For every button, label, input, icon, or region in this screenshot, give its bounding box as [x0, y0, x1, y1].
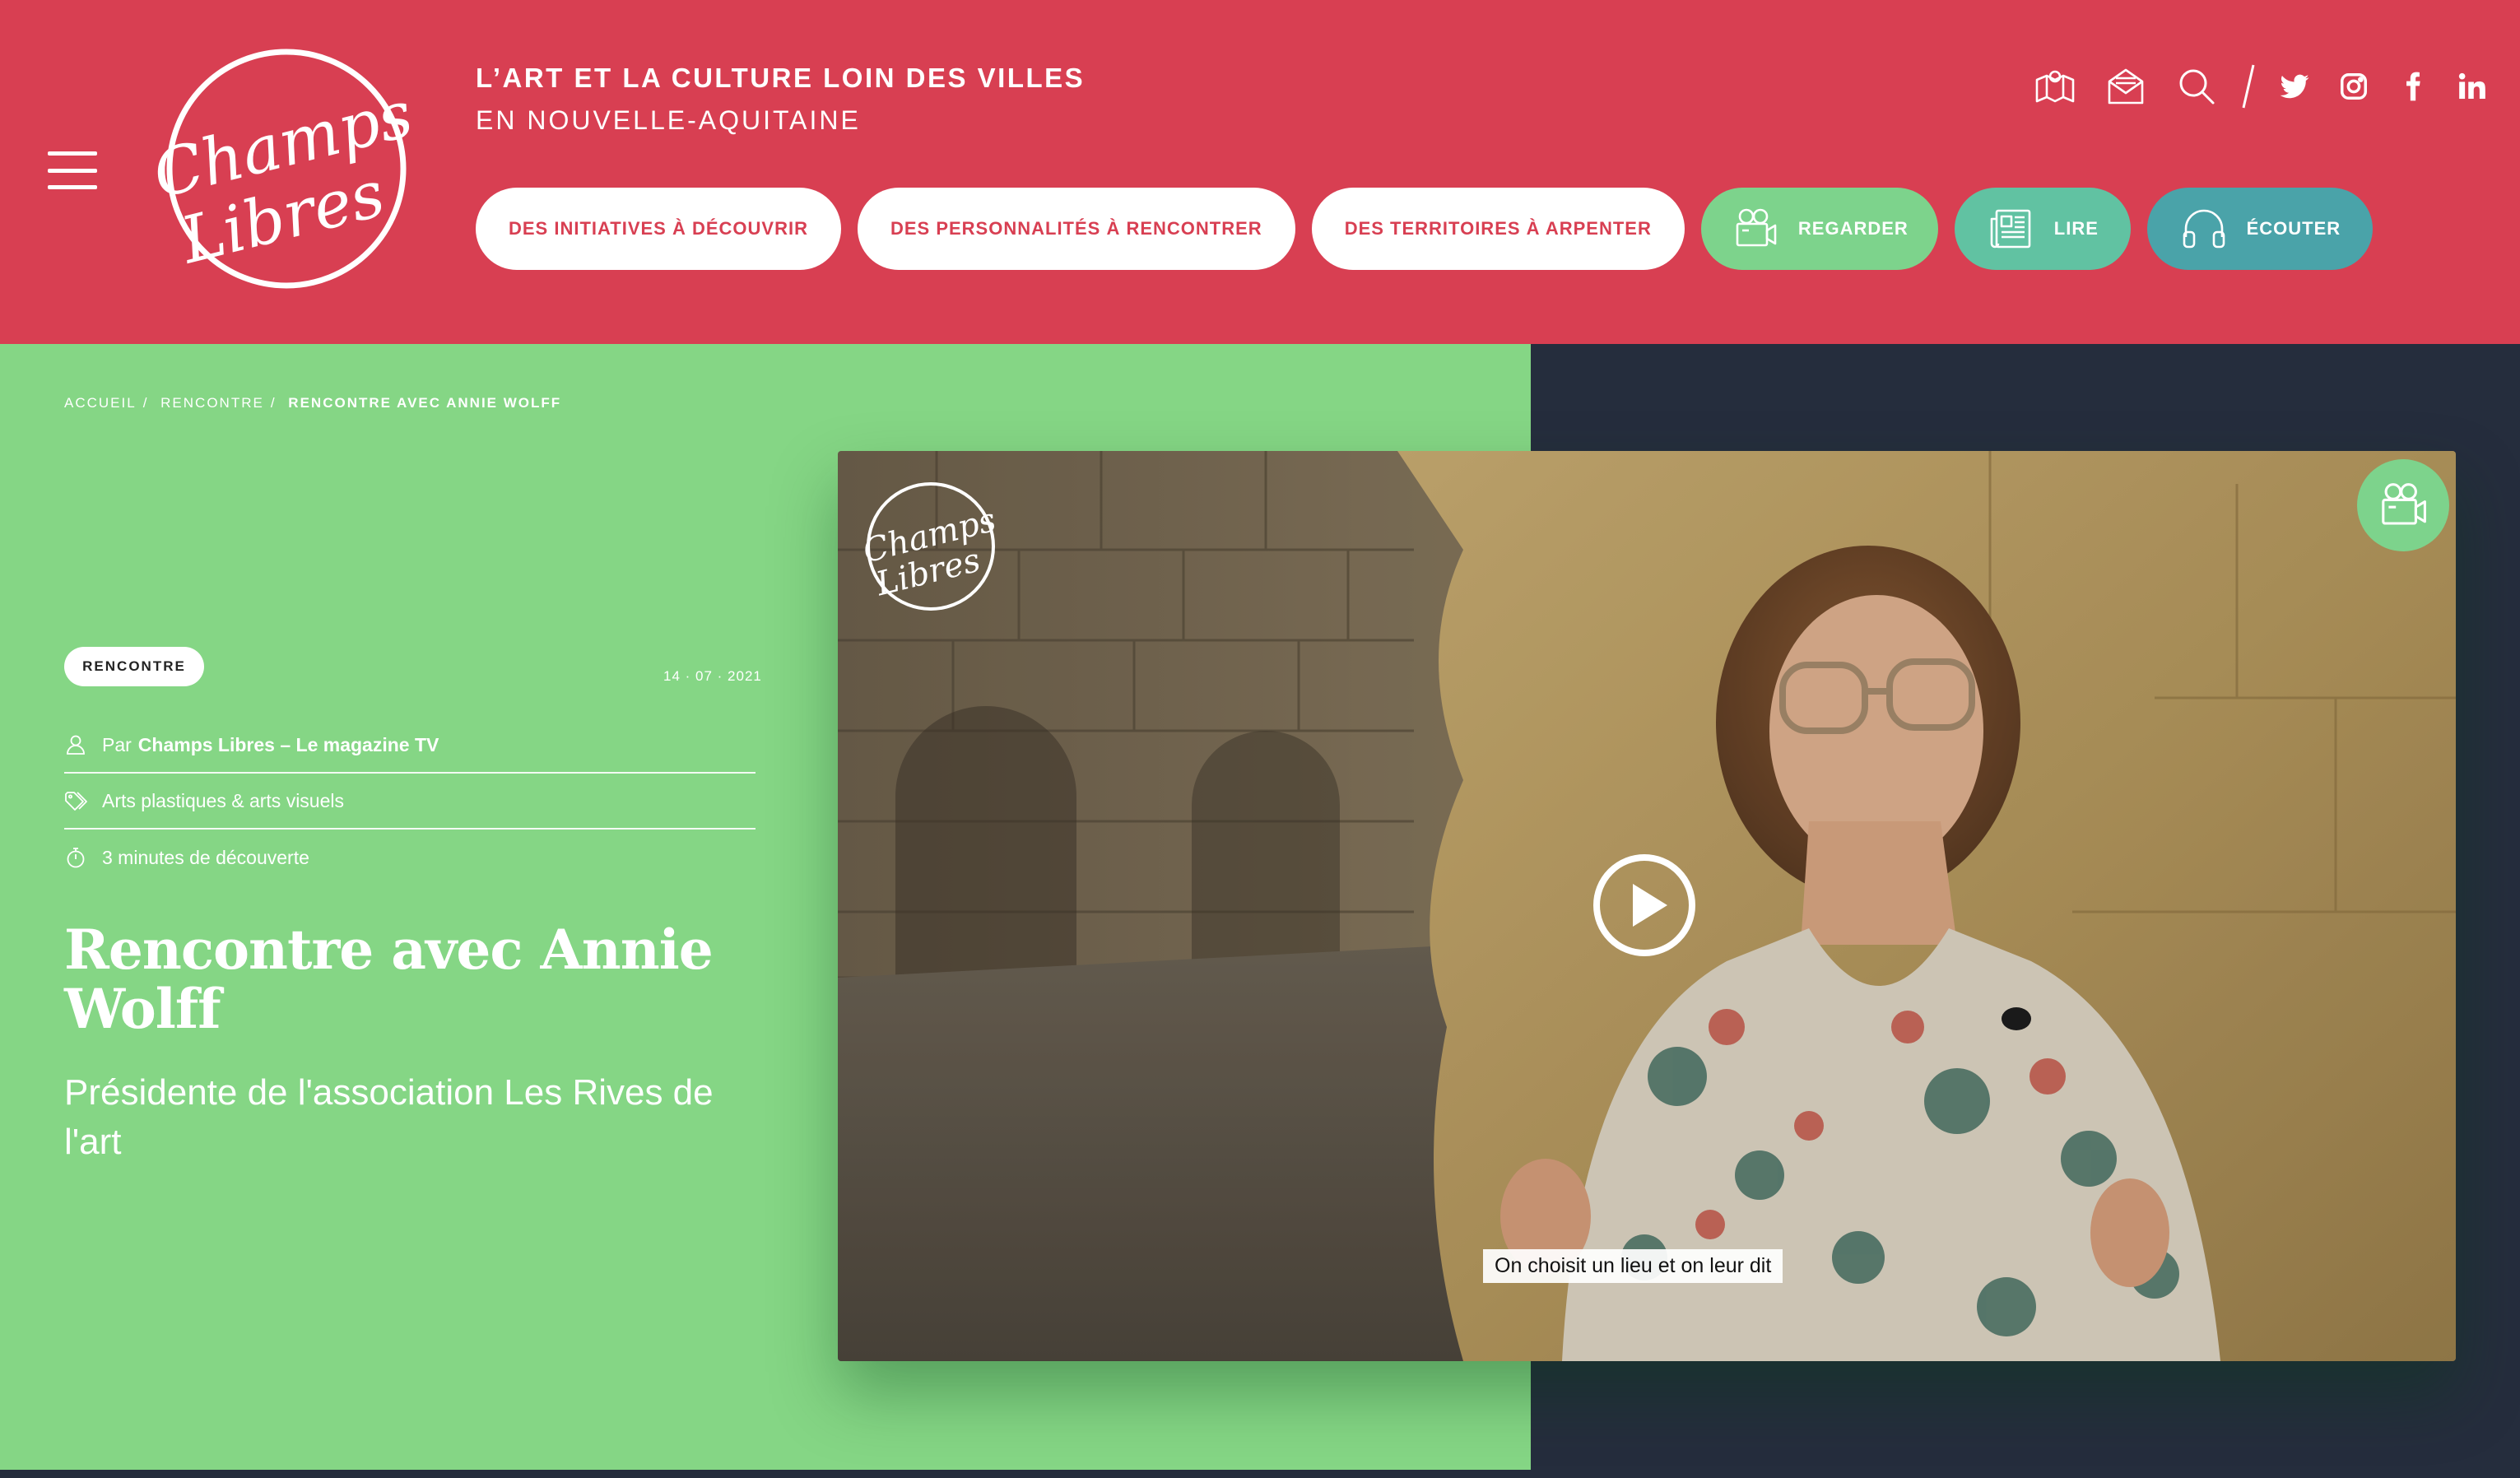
tag-icon: [65, 792, 87, 811]
nav-regarder-label: REGARDER: [1797, 218, 1909, 239]
reading-time: 3 minutes de découverte: [102, 846, 309, 868]
video-subtitle-caption: On choisit un lieu et on leur dit: [1483, 1249, 1783, 1283]
nav-regarder[interactable]: REGARDER: [1700, 188, 1938, 270]
publish-date: 14 · 07 · 2021: [663, 668, 762, 684]
breadcrumb: ACCUEIL / RENCONTRE / RENCONTRE AVEC ANNIE…: [64, 395, 568, 411]
site-logo[interactable]: Champs Libres: [146, 43, 420, 295]
instagram-icon[interactable]: [2324, 58, 2383, 115]
play-icon[interactable]: [1592, 853, 1697, 958]
divider-slash: [2232, 58, 2265, 115]
nav-initiatives[interactable]: DES INITIATIVES À DÉCOUVRIR: [476, 188, 841, 270]
video-player[interactable]: Champs Libres On choisit un lieu et on l…: [838, 451, 2456, 1361]
facebook-icon[interactable]: [2383, 58, 2443, 115]
video-watermark-logo: Champs Libres: [859, 479, 1001, 614]
nav-ecouter[interactable]: ÉCOUTER: [2146, 188, 2373, 270]
breadcrumb-current: RENCONTRE AVEC ANNIE WOLFF: [288, 395, 562, 411]
menu-icon[interactable]: [48, 151, 97, 189]
map-icon[interactable]: [2020, 58, 2090, 115]
article-subtitle: Présidente de l'association Les Rives de…: [64, 1072, 714, 1162]
headphones-icon: [2183, 209, 2225, 249]
main-navigation: DES INITIATIVES À DÉCOUVRIR DES PERSONNA…: [476, 188, 2373, 270]
breadcrumb-home[interactable]: ACCUEIL: [64, 395, 137, 411]
tagline-primary: L’ART ET LA CULTURE LOIN DES VILLES: [476, 63, 1086, 93]
author-name[interactable]: Champs Libres – Le magazine TV: [138, 734, 439, 756]
article-title: Rencontre avec Annie Wolff: [64, 918, 714, 1041]
author-row: Par Champs Libres – Le magazine TV: [64, 718, 756, 774]
author-prefix: Par: [102, 733, 132, 755]
search-icon[interactable]: [2161, 58, 2232, 115]
site-tagline: L’ART ET LA CULTURE LOIN DES VILLES EN N…: [476, 63, 1085, 136]
stopwatch-icon: [67, 848, 85, 868]
newspaper-icon: [1990, 209, 2031, 249]
nav-personnalites[interactable]: DES PERSONNALITÉS À RENCONTRER: [857, 188, 1295, 270]
breadcrumb-section[interactable]: RENCONTRE: [160, 395, 264, 411]
nav-territoires[interactable]: DES TERRITOIRES À ARPENTER: [1311, 188, 1685, 270]
video-type-badge: [2357, 459, 2449, 551]
category-link[interactable]: Arts plastiques & arts visuels: [102, 790, 344, 812]
video-camera-icon: [1736, 208, 1777, 247]
newsletter-icon[interactable]: [2090, 58, 2161, 115]
twitter-icon[interactable]: [2265, 58, 2324, 115]
header-utility-icons: [2020, 58, 2502, 115]
breadcrumb-separator: /: [270, 395, 277, 411]
tagline-secondary: EN NOUVELLE-AQUITAINE: [476, 105, 861, 135]
breadcrumb-separator: /: [142, 395, 149, 411]
linkedin-icon[interactable]: [2443, 58, 2502, 115]
reading-time-row: 3 minutes de découverte: [64, 830, 756, 885]
site-header: Champs Libres L’ART ET LA CULTURE LOIN D…: [0, 0, 2520, 344]
nav-lire[interactable]: LIRE: [1954, 188, 2131, 270]
category-badge[interactable]: RENCONTRE: [64, 647, 204, 686]
nav-ecouter-label: ÉCOUTER: [2246, 218, 2341, 239]
user-icon: [67, 735, 85, 755]
nav-lire-label: LIRE: [2053, 218, 2099, 239]
category-row: Arts plastiques & arts visuels: [64, 774, 756, 830]
video-camera-icon: [2382, 483, 2426, 525]
